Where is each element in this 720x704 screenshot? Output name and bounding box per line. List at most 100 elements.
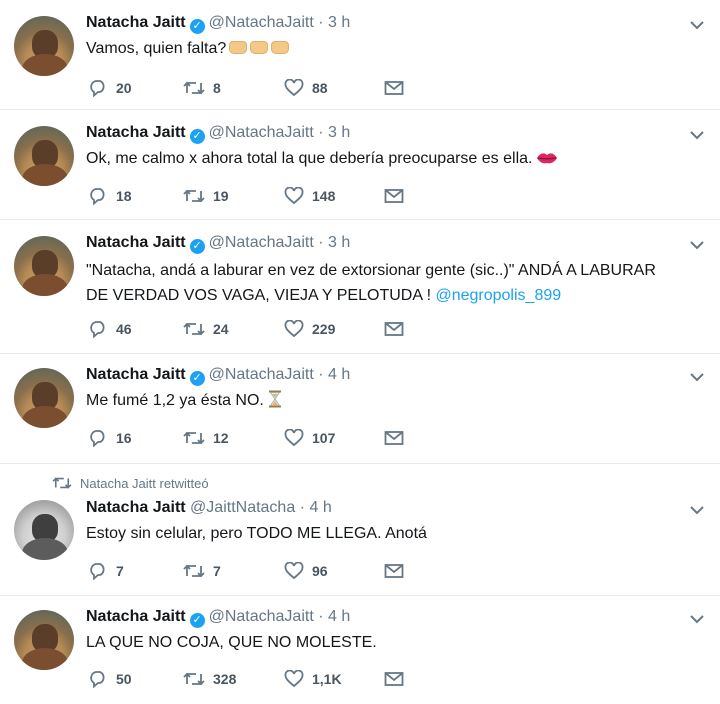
- reply-button[interactable]: 46: [88, 319, 132, 339]
- username[interactable]: @NatachaJaitt: [209, 366, 314, 383]
- direct-message-button[interactable]: [384, 319, 404, 339]
- retweet-button[interactable]: 328: [183, 669, 236, 689]
- chevron-down-icon[interactable]: [690, 128, 704, 142]
- reply-icon: [90, 563, 105, 580]
- display-name[interactable]: Natacha Jaitt: [86, 234, 186, 251]
- timestamp[interactable]: 4 h: [328, 366, 350, 383]
- display-name[interactable]: Natacha Jaitt: [86, 124, 186, 141]
- like-count: 148: [312, 188, 336, 204]
- reply-button[interactable]: 7: [88, 561, 124, 581]
- retweet-button[interactable]: 12: [183, 428, 229, 448]
- chevron-down-icon[interactable]: [690, 18, 704, 32]
- tweet-text: Ok, me calmo x ahora total la que deberí…: [86, 146, 700, 173]
- like-button[interactable]: 229: [284, 319, 335, 339]
- verified-badge-icon: ✓: [189, 129, 205, 144]
- reply-count: 20: [116, 80, 132, 96]
- like-button[interactable]: 1,1K: [284, 669, 342, 689]
- retweet-icon: [183, 322, 205, 336]
- tweet-text-content: LA QUE NO COJA, QUE NO MOLESTE.: [86, 634, 377, 651]
- retweet-icon: [183, 81, 205, 95]
- tweet[interactable]: Natacha Jaitt ✓ @NatachaJaitt · 4 h LA QUE…: [0, 596, 720, 704]
- timestamp[interactable]: 4 h: [328, 608, 350, 625]
- username[interactable]: @JaittNatacha: [190, 499, 295, 516]
- retweet-count: 328: [213, 671, 237, 687]
- chevron-down-icon[interactable]: [690, 238, 704, 252]
- display-name[interactable]: Natacha Jaitt: [86, 14, 186, 31]
- avatar[interactable]: [14, 16, 74, 76]
- direct-message-button[interactable]: [384, 186, 404, 206]
- like-icon: [284, 670, 304, 688]
- direct-message-icon: [384, 672, 404, 686]
- retweet-button[interactable]: 19: [183, 186, 229, 206]
- direct-message-button[interactable]: [384, 561, 404, 581]
- retweet-count: 12: [213, 430, 229, 446]
- timestamp[interactable]: 3 h: [328, 234, 350, 251]
- avatar[interactable]: [14, 368, 74, 428]
- tweet-text-content: Ok, me calmo x ahora total la que deberí…: [86, 150, 533, 167]
- avatar[interactable]: [14, 610, 74, 670]
- retweet-button[interactable]: 7: [183, 561, 221, 581]
- avatar[interactable]: [14, 126, 74, 186]
- like-button[interactable]: 107: [284, 428, 335, 448]
- oncoming-fist-emoji: [226, 40, 290, 57]
- tweet-header: Natacha Jaitt ✓ @NatachaJaitt · 3 h: [86, 124, 350, 144]
- direct-message-icon: [384, 431, 404, 445]
- retweet-button[interactable]: 24: [183, 319, 229, 339]
- tweet-text: "Natacha, andá a laburar en vez de extor…: [86, 258, 700, 308]
- timestamp[interactable]: 4 h: [309, 499, 331, 516]
- username[interactable]: @NatachaJaitt: [209, 608, 314, 625]
- timestamp[interactable]: 3 h: [328, 14, 350, 31]
- like-count: 96: [312, 563, 328, 579]
- mention-link[interactable]: @negropolis_899: [435, 287, 561, 304]
- like-icon: [284, 429, 304, 447]
- tweet-text-content: Me fumé 1,2 ya ésta NO.: [86, 392, 264, 409]
- display-name[interactable]: Natacha Jaitt: [86, 608, 186, 625]
- chevron-down-icon[interactable]: [690, 503, 704, 517]
- separator: ·: [318, 608, 324, 625]
- tweet-text: LA QUE NO COJA, QUE NO MOLESTE.: [86, 630, 700, 655]
- tweet-text-content: Vamos, quien falta?: [86, 40, 227, 57]
- direct-message-button[interactable]: [384, 428, 404, 448]
- username[interactable]: @NatachaJaitt: [209, 14, 314, 31]
- reply-count: 50: [116, 671, 132, 687]
- direct-message-icon: [384, 564, 404, 578]
- retweet-button[interactable]: 8: [183, 78, 221, 98]
- like-icon: [284, 562, 304, 580]
- display-name[interactable]: Natacha Jaitt: [86, 366, 186, 383]
- tweet-text-line: DE VERDAD VOS VAGA, VIEJA Y PELOTUDA !: [86, 287, 432, 304]
- retweet-context-text[interactable]: Natacha Jaitt retwitteó: [80, 476, 209, 491]
- like-button[interactable]: 148: [284, 186, 335, 206]
- reply-button[interactable]: 18: [88, 186, 132, 206]
- chevron-down-icon[interactable]: [690, 370, 704, 384]
- avatar[interactable]: [14, 236, 74, 296]
- tweet-text-content: Estoy sin celular, pero TODO ME LLEGA. A…: [86, 525, 427, 542]
- reply-count: 16: [116, 430, 132, 446]
- reply-button[interactable]: 20: [88, 78, 132, 98]
- verified-badge-icon: ✓: [189, 613, 205, 628]
- separator: ·: [318, 124, 324, 141]
- username[interactable]: @NatachaJaitt: [209, 234, 314, 251]
- direct-message-button[interactable]: [384, 78, 404, 98]
- username[interactable]: @NatachaJaitt: [209, 124, 314, 141]
- separator: ·: [318, 366, 324, 383]
- display-name[interactable]: Natacha Jaitt: [86, 499, 186, 516]
- direct-message-button[interactable]: [384, 669, 404, 689]
- tweet-header: Natacha Jaitt ✓ @NatachaJaitt · 4 h: [86, 608, 350, 628]
- tweet[interactable]: Natacha Jaitt ✓ @NatachaJaitt · 3 h Ok, me…: [0, 110, 720, 220]
- reply-count: 46: [116, 321, 132, 337]
- retweet-count: 8: [213, 80, 221, 96]
- reply-button[interactable]: 16: [88, 428, 132, 448]
- tweet[interactable]: Natacha Jaitt ✓ @NatachaJaitt · 3 h Vamos,…: [0, 0, 720, 110]
- tweet[interactable]: Natacha Jaitt ✓ @NatachaJaitt · 3 h "Natac…: [0, 220, 720, 354]
- timestamp[interactable]: 3 h: [328, 124, 350, 141]
- reply-button[interactable]: 50: [88, 669, 132, 689]
- tweet[interactable]: Natacha Jaitt retwitteó Natacha Jaitt @J…: [0, 464, 720, 596]
- chevron-down-icon[interactable]: [690, 612, 704, 626]
- like-button[interactable]: 88: [284, 78, 328, 98]
- retweet-count: 7: [213, 563, 221, 579]
- like-button[interactable]: 96: [284, 561, 328, 581]
- tweet-text: Estoy sin celular, pero TODO ME LLEGA. A…: [86, 521, 700, 546]
- reply-icon: [90, 671, 105, 688]
- avatar[interactable]: [14, 500, 74, 560]
- tweet[interactable]: Natacha Jaitt ✓ @NatachaJaitt · 4 h Me fum…: [0, 354, 720, 464]
